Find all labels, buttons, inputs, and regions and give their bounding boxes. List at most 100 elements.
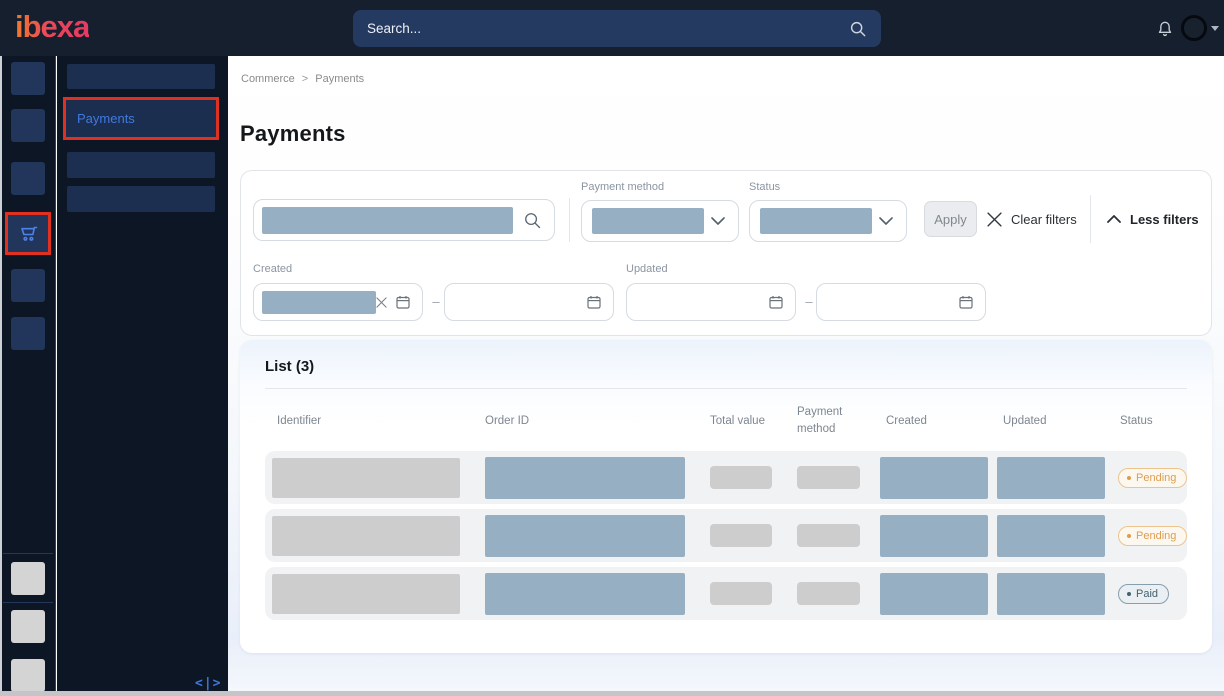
- sidebar-collapse-toggle-icon[interactable]: <|>: [195, 676, 221, 691]
- list-heading: List (3): [265, 358, 314, 375]
- status-select[interactable]: [749, 200, 907, 242]
- redacted-updated: [997, 457, 1105, 499]
- redacted-updated: [997, 573, 1105, 615]
- payments-list-panel: List (3) Identifier Order ID Total value…: [240, 340, 1212, 653]
- rail-item-3[interactable]: [11, 162, 45, 195]
- global-search[interactable]: [353, 10, 881, 47]
- range-separator: –: [802, 283, 816, 321]
- search-icon: [849, 20, 867, 38]
- redacted-order-id: [485, 457, 685, 499]
- breadcrumb-commerce[interactable]: Commerce: [241, 73, 295, 85]
- created-to-input[interactable]: [444, 283, 614, 321]
- rail-bottom-item-1[interactable]: [11, 562, 45, 595]
- redacted-created: [880, 457, 988, 499]
- created-label: Created: [253, 263, 292, 275]
- col-status: Status: [1114, 413, 1187, 430]
- payment-row[interactable]: Paid: [265, 567, 1187, 620]
- apply-button[interactable]: Apply: [924, 201, 977, 237]
- status-label: Status: [749, 181, 907, 193]
- redacted-identifier: [272, 458, 460, 498]
- notifications-bell-icon[interactable]: [1155, 18, 1175, 40]
- col-identifier: Identifier: [265, 413, 485, 430]
- updated-to-input[interactable]: [816, 283, 986, 321]
- status-badge: Pending: [1118, 468, 1187, 488]
- sidebar-item-payments[interactable]: Payments: [66, 111, 135, 126]
- redacted-order-id: [485, 515, 685, 557]
- rail-bottom-item-3[interactable]: [11, 659, 45, 692]
- page-title: Payments: [240, 121, 346, 147]
- redacted-total-value: [710, 582, 772, 605]
- rail-divider: [3, 553, 53, 554]
- status-filter: Status: [749, 181, 907, 242]
- user-avatar[interactable]: [1181, 15, 1207, 41]
- col-updated: Updated: [997, 413, 1114, 430]
- status-dot-icon: [1127, 592, 1131, 596]
- redacted-order-id: [485, 573, 685, 615]
- created-from-input[interactable]: [253, 283, 423, 321]
- payment-row[interactable]: Pending: [265, 451, 1187, 504]
- calendar-icon[interactable]: [395, 294, 411, 310]
- redacted-payment-method: [797, 466, 860, 489]
- horizontal-scrollbar[interactable]: [0, 691, 1224, 696]
- status-dot-icon: [1127, 534, 1131, 538]
- rail-item-6[interactable]: [11, 317, 45, 350]
- window-left-edge: [0, 56, 2, 696]
- rail-item-1[interactable]: [11, 62, 45, 95]
- filter-divider: [569, 198, 570, 242]
- payment-method-filter: Payment method: [581, 181, 739, 242]
- redacted-search-value: [262, 207, 513, 234]
- sidebar-item-4[interactable]: [67, 186, 215, 212]
- commerce-highlight-box: [5, 212, 51, 255]
- calendar-icon[interactable]: [768, 294, 784, 310]
- rail-bottom-item-2[interactable]: [11, 610, 45, 643]
- sidebar-item-1[interactable]: [67, 64, 215, 89]
- redacted-created: [880, 515, 988, 557]
- breadcrumb-separator: >: [302, 73, 308, 85]
- chevron-down-icon: [711, 217, 725, 225]
- col-created: Created: [880, 413, 997, 430]
- shopping-cart-icon[interactable]: [16, 222, 40, 246]
- redacted-payment-method: [797, 582, 860, 605]
- list-divider: [265, 388, 1187, 389]
- app-window: ibexa: [0, 0, 1224, 696]
- col-total-value: Total value: [710, 413, 797, 430]
- filter-divider: [1090, 195, 1091, 243]
- icon-rail: [0, 56, 56, 696]
- updated-from-input[interactable]: [626, 283, 796, 321]
- redacted-identifier: [272, 516, 460, 556]
- status-dot-icon: [1127, 476, 1131, 480]
- col-order-id: Order ID: [485, 413, 710, 430]
- filters-panel: Payment method Status Apply: [240, 170, 1212, 336]
- close-icon: [987, 212, 1002, 227]
- global-search-input[interactable]: [367, 21, 849, 36]
- rail-divider: [3, 602, 53, 603]
- calendar-icon[interactable]: [586, 294, 602, 310]
- less-filters-toggle[interactable]: Less filters: [1107, 201, 1199, 237]
- redacted-select-value: [592, 208, 704, 234]
- payment-method-select[interactable]: [581, 200, 739, 242]
- clear-date-icon[interactable]: [376, 297, 387, 308]
- redacted-total-value: [710, 466, 772, 489]
- clear-filters-button[interactable]: Clear filters: [987, 201, 1077, 237]
- redacted-payment-method: [797, 524, 860, 547]
- commerce-sidebar: Payments <|>: [57, 56, 228, 696]
- user-menu-caret-icon[interactable]: [1211, 26, 1219, 31]
- breadcrumb: Commerce > Payments: [241, 73, 364, 85]
- table-header: Identifier Order ID Total value Payment …: [265, 398, 1187, 444]
- chevron-down-icon: [879, 217, 893, 225]
- filter-search-input[interactable]: [253, 199, 555, 241]
- updated-label: Updated: [626, 263, 668, 275]
- table-body: Pending Pending: [265, 451, 1187, 625]
- rail-item-2[interactable]: [11, 109, 45, 142]
- redacted-date-value: [262, 291, 376, 314]
- topbar: ibexa: [0, 0, 1224, 56]
- status-badge: Pending: [1118, 526, 1187, 546]
- rail-item-5[interactable]: [11, 269, 45, 302]
- payment-row[interactable]: Pending: [265, 509, 1187, 562]
- redacted-created: [880, 573, 988, 615]
- sidebar-item-3[interactable]: [67, 152, 215, 178]
- clear-filters-label: Clear filters: [1011, 212, 1077, 227]
- status-badge: Paid: [1118, 584, 1169, 604]
- calendar-icon[interactable]: [958, 294, 974, 310]
- chevron-up-icon: [1107, 215, 1121, 223]
